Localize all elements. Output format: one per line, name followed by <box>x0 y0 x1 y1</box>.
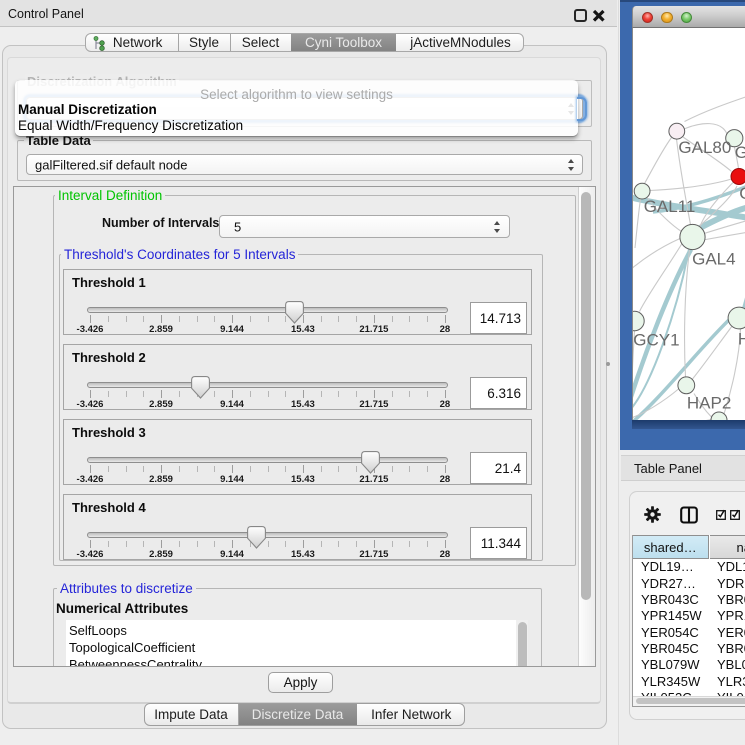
svg-text:HAP2: HAP2 <box>686 393 730 412</box>
svg-text:GAL4: GAL4 <box>692 249 735 268</box>
svg-text:GCY1: GCY1 <box>633 330 679 349</box>
svg-text:GAL80: GAL80 <box>678 138 731 157</box>
svg-text:GAL11: GAL11 <box>643 197 695 216</box>
svg-text:GA: GA <box>734 143 745 162</box>
svg-text:CY: CY <box>739 184 745 203</box>
svg-text:H: H <box>737 329 745 348</box>
